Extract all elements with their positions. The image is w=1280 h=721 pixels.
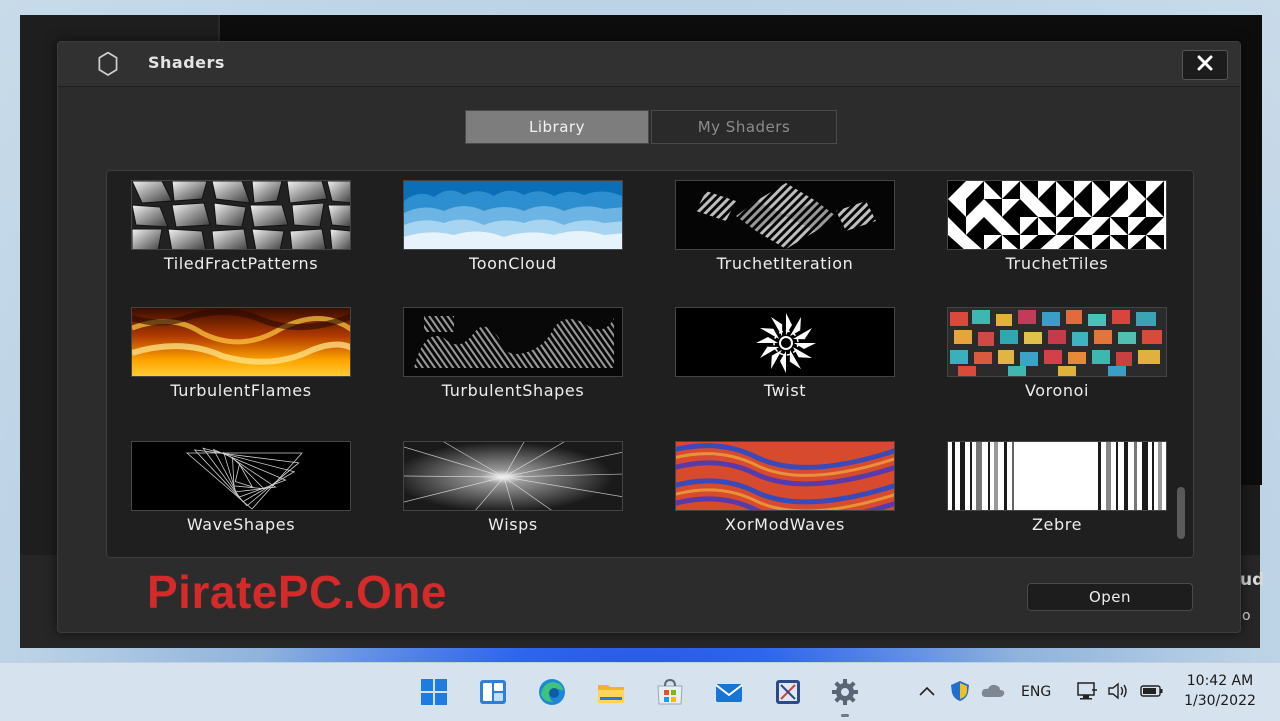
shader-item-waveshapes[interactable]: WaveShapes xyxy=(131,441,351,557)
shader-thumbnail xyxy=(131,307,351,377)
shader-label: WaveShapes xyxy=(186,515,296,534)
windows-start-icon[interactable] xyxy=(419,677,449,707)
shader-thumbnail xyxy=(675,307,895,377)
open-button[interactable]: Open xyxy=(1027,583,1193,611)
widgets-icon[interactable] xyxy=(478,677,508,707)
shader-thumbnail xyxy=(947,180,1167,250)
clock-time: 10:42 AM xyxy=(1186,673,1254,689)
active-app-indicator xyxy=(841,714,849,717)
settings-gear-icon[interactable] xyxy=(830,677,860,707)
shader-thumbnail xyxy=(403,441,623,511)
battery-icon[interactable] xyxy=(1140,682,1164,700)
shader-thumbnail xyxy=(403,307,623,377)
shader-item-zebre[interactable]: Zebre xyxy=(947,441,1167,557)
chevron-up-icon[interactable] xyxy=(916,681,938,703)
shader-item-truchetiteration[interactable]: TruchetIteration xyxy=(675,180,895,304)
file-explorer-icon[interactable] xyxy=(596,677,626,707)
shader-label: Zebre xyxy=(1031,515,1083,534)
shader-thumbnail xyxy=(947,307,1167,377)
shader-label: ToonCloud xyxy=(469,254,557,273)
shader-label: Twist xyxy=(763,381,807,400)
shader-label: TurbulentShapes xyxy=(441,381,585,400)
shader-item-voronoi[interactable]: Voronoi xyxy=(947,307,1167,431)
security-shield-icon[interactable] xyxy=(948,679,972,703)
shader-item-turbulentshapes[interactable]: TurbulentShapes xyxy=(403,307,623,431)
shaders-dialog: Shaders Library My Shaders TiledFractPat… xyxy=(57,41,1241,633)
volume-icon[interactable] xyxy=(1106,680,1130,702)
dialog-header: Shaders xyxy=(58,42,1240,87)
shader-label: XorModWaves xyxy=(725,515,845,534)
shader-item-tiledfractpatterns[interactable]: TiledFractPatterns xyxy=(131,180,351,304)
shader-item-wisps[interactable]: Wisps xyxy=(403,441,623,557)
shader-thumbnail xyxy=(675,441,895,511)
shader-item-twist[interactable]: Twist xyxy=(675,307,895,431)
shader-thumbnail xyxy=(947,441,1167,511)
shader-label: TruchetTiles xyxy=(1005,254,1109,273)
shader-item-truchettiles[interactable]: TruchetTiles xyxy=(947,180,1167,304)
shader-item-xormodwaves[interactable]: XorModWaves xyxy=(675,441,895,557)
tab-bar: Library My Shaders xyxy=(465,110,837,144)
shader-label: TruchetIteration xyxy=(716,254,854,273)
language-indicator[interactable]: ENG xyxy=(1021,684,1051,700)
network-icon[interactable] xyxy=(1075,680,1099,702)
grid-scrollbar-thumb[interactable] xyxy=(1177,487,1185,539)
shader-thumbnail xyxy=(131,180,351,250)
dialog-title: Shaders xyxy=(148,53,225,72)
shader-label: Voronoi xyxy=(1024,381,1090,400)
shader-item-turbulentflames[interactable]: TurbulentFlames xyxy=(131,307,351,431)
close-button[interactable] xyxy=(1182,50,1228,80)
shader-item-tooncloud[interactable]: ToonCloud xyxy=(403,180,623,304)
microsoft-store-icon[interactable] xyxy=(655,677,685,707)
taskbar: ENG 10:42 AM 1/30/2022 xyxy=(0,662,1280,721)
shader-label: TurbulentFlames xyxy=(170,381,312,400)
shader-label: Wisps xyxy=(488,515,538,534)
shader-label: TiledFractPatterns xyxy=(163,254,319,273)
hexagon-icon xyxy=(94,51,122,76)
shader-thumbnail xyxy=(131,441,351,511)
system-clock[interactable]: 10:42 AM 1/30/2022 xyxy=(1180,671,1260,711)
tab-library[interactable]: Library xyxy=(465,110,649,144)
background-app-partial-label: ud xyxy=(1240,570,1265,590)
clock-date: 1/30/2022 xyxy=(1184,693,1256,709)
watermark-text: PiratePC.One xyxy=(147,566,447,618)
shader-thumbnail xyxy=(403,180,623,250)
close-icon xyxy=(1197,55,1213,75)
tab-my-shaders[interactable]: My Shaders xyxy=(651,110,837,144)
background-app-partial-label-2: o xyxy=(1242,608,1251,624)
snipping-tool-icon[interactable] xyxy=(773,677,803,707)
edge-browser-icon[interactable] xyxy=(537,677,567,707)
mail-icon[interactable] xyxy=(714,677,744,707)
shader-thumbnail xyxy=(675,180,895,250)
shader-library-grid: TiledFractPatterns ToonCloud TruchetIter… xyxy=(106,170,1194,558)
onedrive-cloud-icon[interactable] xyxy=(980,679,1006,703)
